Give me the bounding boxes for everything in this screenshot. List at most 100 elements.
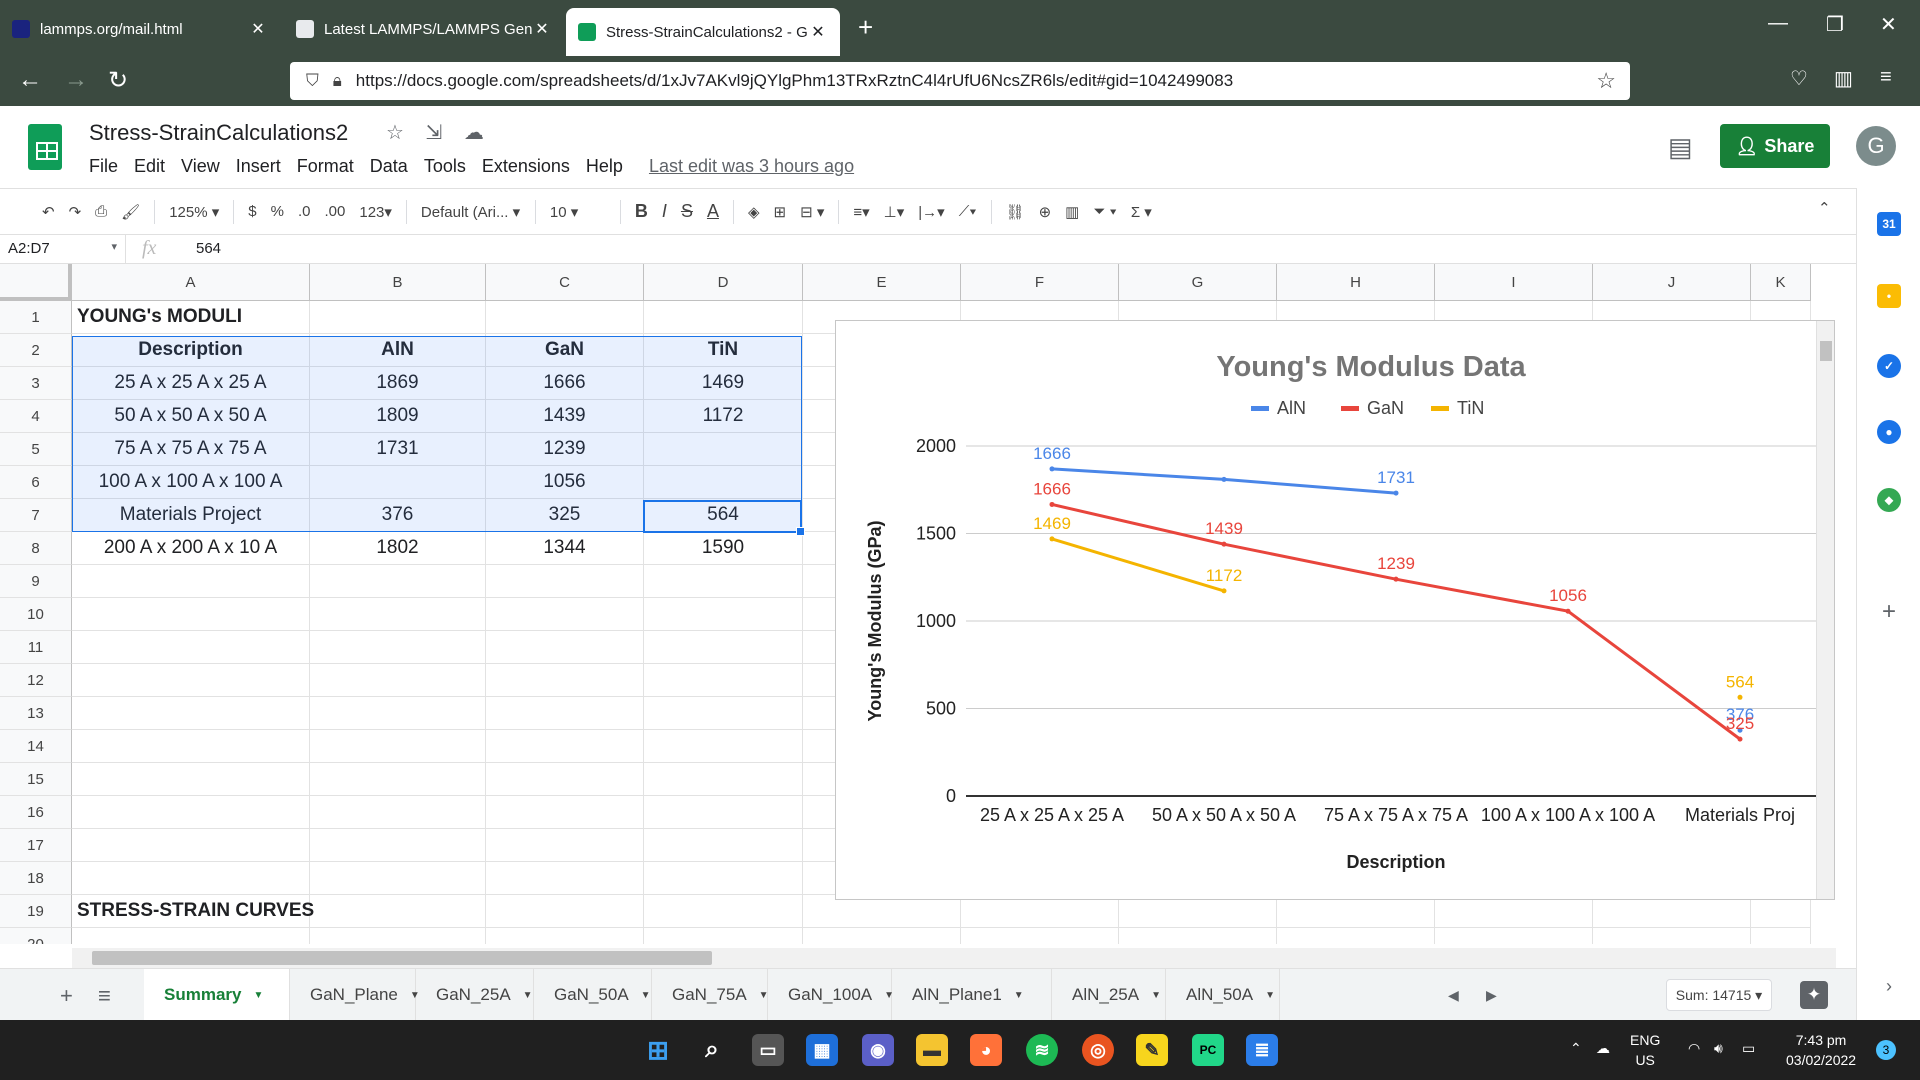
- cell-c1[interactable]: [486, 301, 644, 334]
- cell-c4[interactable]: 1439: [486, 400, 644, 433]
- text-rotation-icon[interactable]: ⟋▾: [959, 203, 977, 220]
- row-header-20[interactable]: 20: [0, 928, 72, 944]
- cell-d7[interactable]: 564: [644, 499, 803, 532]
- restore-icon[interactable]: ❐: [1826, 12, 1844, 37]
- chevron-down-icon[interactable]: ▼: [523, 990, 533, 1001]
- cell-a18[interactable]: [72, 862, 310, 895]
- sheet-tab-gan-plane[interactable]: GaN_Plane ▼: [290, 969, 420, 1021]
- cell-b4[interactable]: 1809: [310, 400, 486, 433]
- minimize-icon[interactable]: —: [1768, 12, 1788, 35]
- document-title[interactable]: Stress-StrainCalculations2: [89, 120, 348, 146]
- cell-c14[interactable]: [486, 730, 644, 763]
- cell-a5[interactable]: 75 A x 75 A x 75 A: [72, 433, 310, 466]
- menu-icon[interactable]: ≡: [1880, 66, 1892, 89]
- cell-d9[interactable]: [644, 565, 803, 598]
- cell-c13[interactable]: [486, 697, 644, 730]
- avatar[interactable]: G: [1856, 126, 1896, 166]
- menu-view[interactable]: View: [181, 156, 220, 177]
- row-header-12[interactable]: 12: [0, 664, 72, 697]
- volume-icon[interactable]: 🔊︎: [1714, 1038, 1723, 1058]
- cell-f20[interactable]: [961, 928, 1119, 944]
- cell-c8[interactable]: 1344: [486, 532, 644, 565]
- column-header-k[interactable]: K: [1751, 264, 1811, 301]
- cell-d12[interactable]: [644, 664, 803, 697]
- cell-i20[interactable]: [1435, 928, 1593, 944]
- increase-decimal-button[interactable]: .00: [325, 203, 346, 220]
- cell-a14[interactable]: [72, 730, 310, 763]
- chevron-down-icon[interactable]: ▼: [641, 990, 651, 1001]
- sum-indicator[interactable]: Sum: 14715 ▾: [1666, 979, 1772, 1011]
- wifi-icon[interactable]: ◠: [1688, 1038, 1700, 1058]
- font-select[interactable]: Default (Ari... ▾: [421, 203, 521, 221]
- library-icon[interactable]: ▥: [1834, 66, 1853, 91]
- column-header-b[interactable]: B: [310, 264, 486, 301]
- menu-tools[interactable]: Tools: [424, 156, 466, 177]
- notepad-icon[interactable]: ≣: [1246, 1034, 1278, 1066]
- collapse-toolbar-icon[interactable]: ⌃: [1818, 199, 1831, 217]
- zoom-select[interactable]: 125% ▾: [169, 203, 219, 221]
- horizontal-align-icon[interactable]: ≡▾: [853, 203, 869, 221]
- cell-b16[interactable]: [310, 796, 486, 829]
- cell-b19[interactable]: [310, 895, 486, 928]
- search-icon[interactable]: ⌕: [696, 1034, 728, 1066]
- notification-badge[interactable]: 3: [1876, 1040, 1896, 1060]
- column-header-c[interactable]: C: [486, 264, 644, 301]
- select-all-corner[interactable]: [0, 264, 72, 301]
- cell-c17[interactable]: [486, 829, 644, 862]
- menu-edit[interactable]: Edit: [134, 156, 165, 177]
- browser-tab-sheets[interactable]: Stress-StrainCalculations2 - Goo ✕: [566, 8, 840, 56]
- cell-k20[interactable]: [1751, 928, 1811, 944]
- tray-overflow-icon[interactable]: ⌃: [1570, 1038, 1582, 1058]
- explore-icon[interactable]: ✦: [1800, 981, 1828, 1009]
- menu-data[interactable]: Data: [370, 156, 408, 177]
- functions-icon[interactable]: Σ ▾: [1131, 203, 1152, 221]
- cell-a10[interactable]: [72, 598, 310, 631]
- chevron-down-icon[interactable]: ▼: [1151, 990, 1161, 1001]
- strikethrough-icon[interactable]: S: [681, 201, 693, 222]
- cell-b17[interactable]: [310, 829, 486, 862]
- chevron-down-icon[interactable]: ▼: [1014, 990, 1024, 1001]
- cell-a16[interactable]: [72, 796, 310, 829]
- cell-a20[interactable]: [72, 928, 310, 944]
- tasks-icon[interactable]: ✓: [1877, 354, 1901, 378]
- sheet-tab-gan-75a[interactable]: GaN_75A ▼: [652, 969, 769, 1021]
- redo-icon[interactable]: ↷: [69, 203, 82, 221]
- address-bar[interactable]: ⛉ 🔒︎ https://docs.google.com/spreadsheet…: [290, 62, 1630, 100]
- get-addons-icon[interactable]: +: [1877, 598, 1901, 625]
- text-wrap-icon[interactable]: |→▾: [918, 203, 944, 221]
- last-edit-link[interactable]: Last edit was 3 hours ago: [649, 156, 854, 177]
- row-header-4[interactable]: 4: [0, 400, 72, 433]
- row-header-18[interactable]: 18: [0, 862, 72, 895]
- cell-a6[interactable]: 100 A x 100 A x 100 A: [72, 466, 310, 499]
- cell-a8[interactable]: 200 A x 200 A x 10 A: [72, 532, 310, 565]
- row-header-17[interactable]: 17: [0, 829, 72, 862]
- widgets-icon[interactable]: ▦: [806, 1034, 838, 1066]
- row-header-16[interactable]: 16: [0, 796, 72, 829]
- cell-b6[interactable]: [310, 466, 486, 499]
- cell-a4[interactable]: 50 A x 50 A x 50 A: [72, 400, 310, 433]
- row-header-3[interactable]: 3: [0, 367, 72, 400]
- cell-a17[interactable]: [72, 829, 310, 862]
- close-icon[interactable]: ✕: [808, 22, 828, 42]
- horizontal-scrollbar[interactable]: [72, 948, 1836, 968]
- onedrive-icon[interactable]: ☁: [1596, 1038, 1610, 1058]
- fill-color-icon[interactable]: ◈: [748, 203, 760, 221]
- row-header-19[interactable]: 19: [0, 895, 72, 928]
- close-icon[interactable]: ✕: [532, 19, 552, 39]
- window-close-icon[interactable]: ✕: [1880, 12, 1897, 37]
- cell-j20[interactable]: [1593, 928, 1751, 944]
- forward-icon[interactable]: →: [64, 66, 88, 94]
- back-icon[interactable]: ←: [18, 66, 42, 94]
- row-header-6[interactable]: 6: [0, 466, 72, 499]
- italic-icon[interactable]: I: [662, 201, 667, 222]
- move-folder-icon[interactable]: ⇲: [426, 122, 443, 144]
- cell-d14[interactable]: [644, 730, 803, 763]
- sheet-tab-aln-25a[interactable]: AlN_25A ▼: [1052, 969, 1166, 1021]
- menu-format[interactable]: Format: [297, 156, 354, 177]
- menu-extensions[interactable]: Extensions: [482, 156, 570, 177]
- cell-a12[interactable]: [72, 664, 310, 697]
- name-box[interactable]: A2:D7 ▾: [0, 235, 126, 264]
- bold-icon[interactable]: B: [635, 201, 648, 222]
- insert-comment-icon[interactable]: ⊕: [1039, 203, 1052, 221]
- sheets-logo-icon[interactable]: [28, 124, 62, 170]
